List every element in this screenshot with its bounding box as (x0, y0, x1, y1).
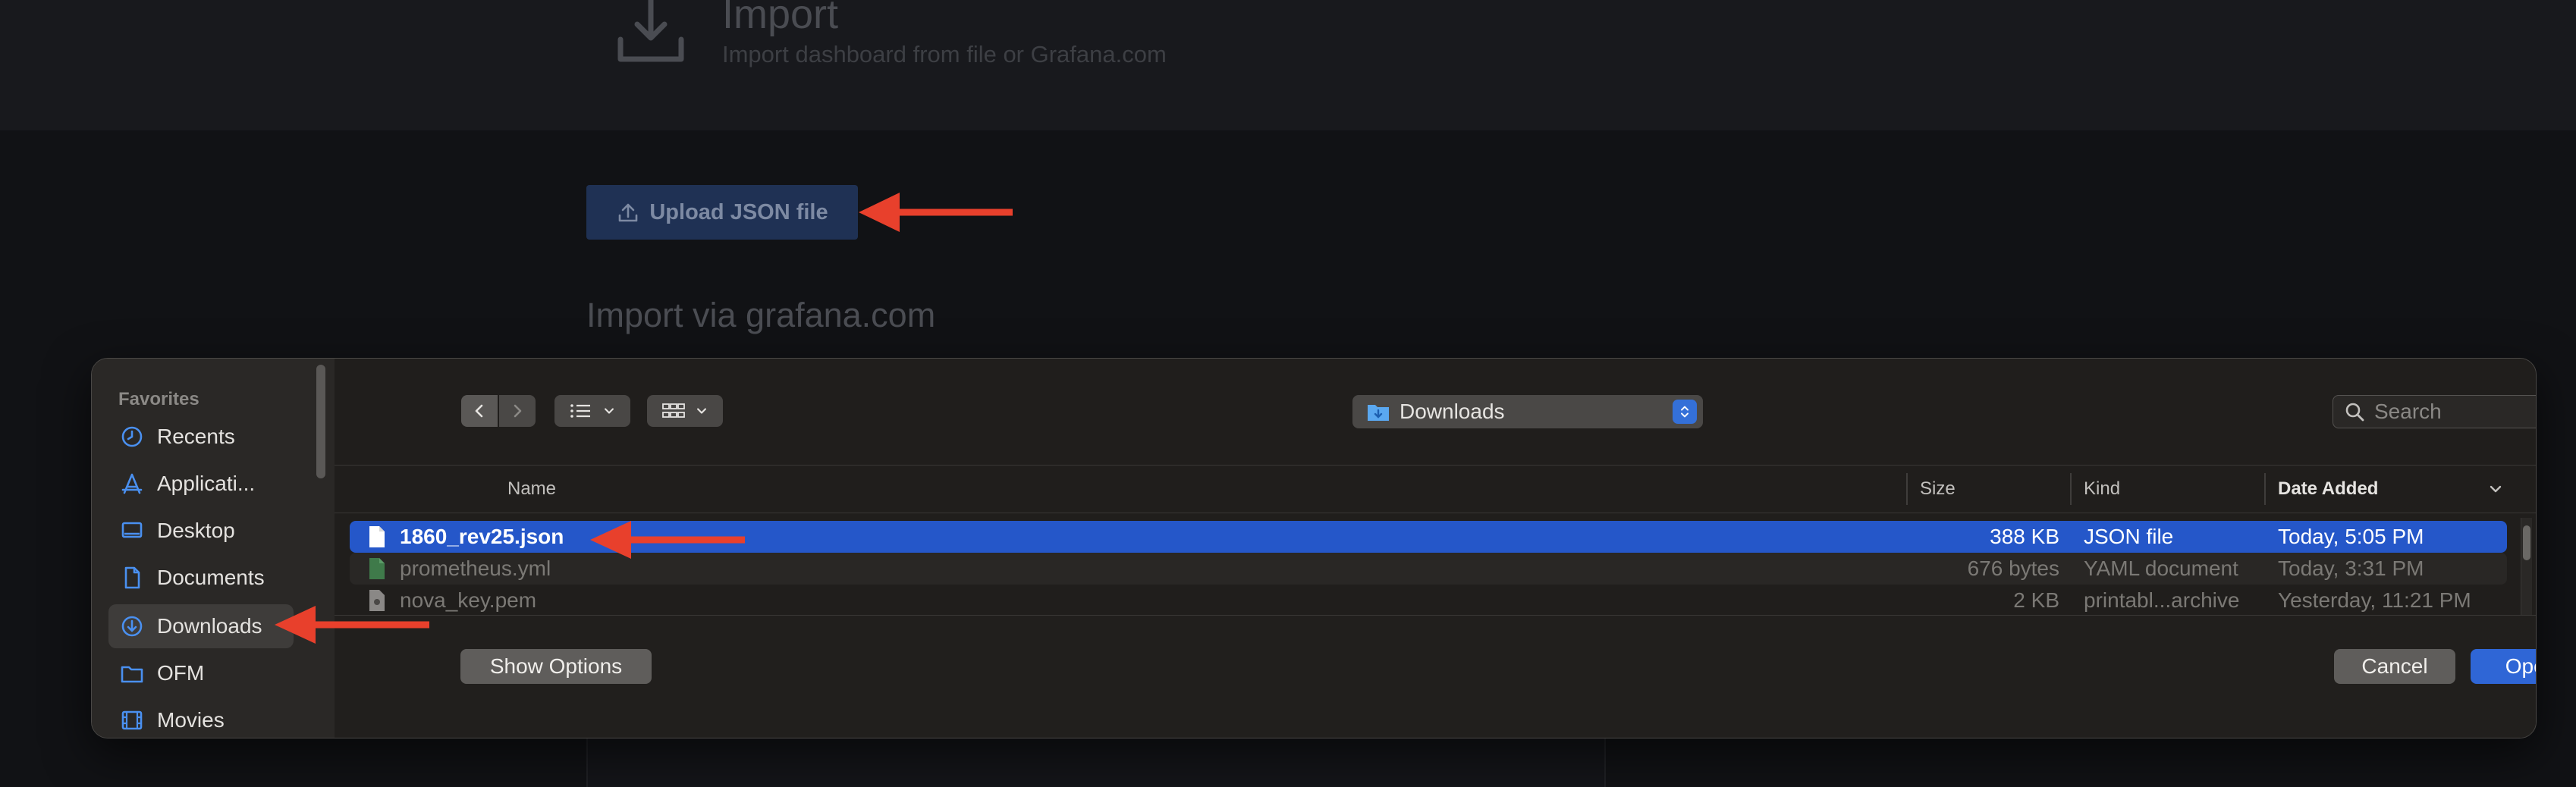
document-icon (118, 563, 146, 592)
sidebar-item-downloads[interactable]: Downloads (108, 604, 294, 648)
sidebar-item-label: Downloads (157, 614, 262, 638)
chevron-left-icon (475, 404, 483, 418)
annotation-arrow-downloads (275, 606, 429, 644)
grafana-header: Import Import dashboard from file or Gra… (0, 0, 2576, 130)
sidebar-item-applications[interactable]: Applicati... (108, 462, 294, 506)
yaml-file-icon (368, 556, 389, 582)
upload-json-button[interactable]: Upload JSON file (586, 185, 858, 240)
list-view-icon (570, 404, 590, 418)
column-header-row: Name Size Kind Date Added (335, 465, 2536, 513)
grid-icon (662, 403, 685, 418)
sidebar-item-documents[interactable]: Documents (108, 556, 294, 600)
file-name-cell: prometheus.yml (368, 553, 551, 585)
sidebar-item-label: Desktop (157, 519, 235, 542)
updown-chevron-icon (1673, 400, 1697, 424)
page-title: Import (722, 0, 839, 37)
search-icon (2345, 403, 2364, 422)
import-via-heading: Import via grafana.com (586, 296, 936, 334)
file-icon (368, 524, 389, 550)
file-date-added: Yesterday, 11:21 PM (2278, 588, 2471, 612)
upload-icon (619, 203, 638, 222)
dialog-bottom-bar: Show Options Cancel Open (335, 615, 2536, 738)
column-header-kind[interactable]: Kind (2084, 466, 2120, 513)
sidebar: Favorites Recents Applicati... Desktop D… (92, 359, 335, 738)
column-divider[interactable] (2264, 473, 2266, 505)
file-date-added: Today, 5:05 PM (2278, 525, 2424, 548)
file-size: 388 KB (1990, 525, 2059, 548)
download-circle-icon (118, 612, 146, 641)
sidebar-item-movies[interactable]: Movies (108, 698, 294, 738)
search-field[interactable] (2333, 395, 2536, 428)
annotation-arrow-file (590, 521, 745, 559)
forward-button[interactable] (499, 395, 536, 427)
file-name-cell: 1860_rev25.json (368, 521, 564, 553)
folder-icon (118, 659, 146, 688)
column-header-date-added[interactable]: Date Added (2278, 466, 2378, 513)
search-input[interactable] (2373, 399, 2536, 425)
location-popup[interactable]: Downloads (1352, 395, 1703, 428)
file-size: 2 KB (2013, 588, 2059, 612)
import-icon (617, 0, 684, 62)
sidebar-item-label: Recents (157, 425, 235, 448)
column-divider[interactable] (1906, 473, 1908, 505)
column-header-name[interactable]: Name (507, 466, 556, 513)
file-size: 676 bytes (1967, 557, 2059, 580)
chevron-right-icon (514, 404, 522, 418)
file-list-scrollbar[interactable] (2521, 518, 2532, 616)
sort-chevron-down-icon (2490, 485, 2502, 493)
sidebar-item-label: Movies (157, 708, 225, 732)
file-date-added: Today, 3:31 PM (2278, 557, 2424, 580)
nav-buttons (460, 395, 536, 427)
sidebar-scrollbar[interactable] (316, 365, 325, 478)
view-mode-button[interactable] (554, 395, 630, 427)
back-button[interactable] (461, 395, 498, 427)
open-button[interactable]: Open (2471, 649, 2536, 684)
file-kind: YAML document (2084, 557, 2238, 580)
location-label: Downloads (1400, 400, 1505, 423)
show-options-button[interactable]: Show Options (460, 649, 652, 684)
upload-json-label: Upload JSON file (649, 199, 828, 224)
chevron-down-icon (605, 408, 614, 414)
annotation-arrow-upload (859, 193, 1013, 232)
file-name: prometheus.yml (400, 557, 551, 580)
sidebar-item-recents[interactable]: Recents (108, 415, 294, 459)
clock-icon (118, 422, 146, 451)
sidebar-item-label: Applicati... (157, 472, 256, 495)
cancel-button[interactable]: Cancel (2334, 649, 2455, 684)
sidebar-item-ofm[interactable]: OFM (108, 651, 294, 695)
sidebar-heading: Favorites (118, 389, 199, 409)
file-row[interactable]: nova_key.pem 2 KB printabl...archive Yes… (350, 585, 2507, 616)
sidebar-item-label: OFM (157, 661, 205, 685)
downloads-folder-icon (1368, 405, 1389, 421)
column-header-size[interactable]: Size (1920, 466, 1956, 513)
film-icon (118, 706, 146, 735)
applications-icon (118, 469, 146, 498)
desktop-icon (118, 516, 146, 545)
column-divider[interactable] (2070, 473, 2072, 505)
file-open-dialog: Favorites Recents Applicati... Desktop D… (91, 358, 2537, 738)
page-subtitle: Import dashboard from file or Grafana.co… (722, 41, 1167, 67)
file-kind: JSON file (2084, 525, 2174, 548)
sidebar-item-label: Documents (157, 566, 265, 589)
scrollbar-thumb[interactable] (2523, 525, 2530, 560)
chevron-down-icon (697, 408, 706, 414)
file-name: 1860_rev25.json (400, 525, 564, 548)
sidebar-item-desktop[interactable]: Desktop (108, 509, 294, 553)
file-kind: printabl...archive (2084, 588, 2240, 612)
group-button[interactable] (647, 395, 723, 427)
